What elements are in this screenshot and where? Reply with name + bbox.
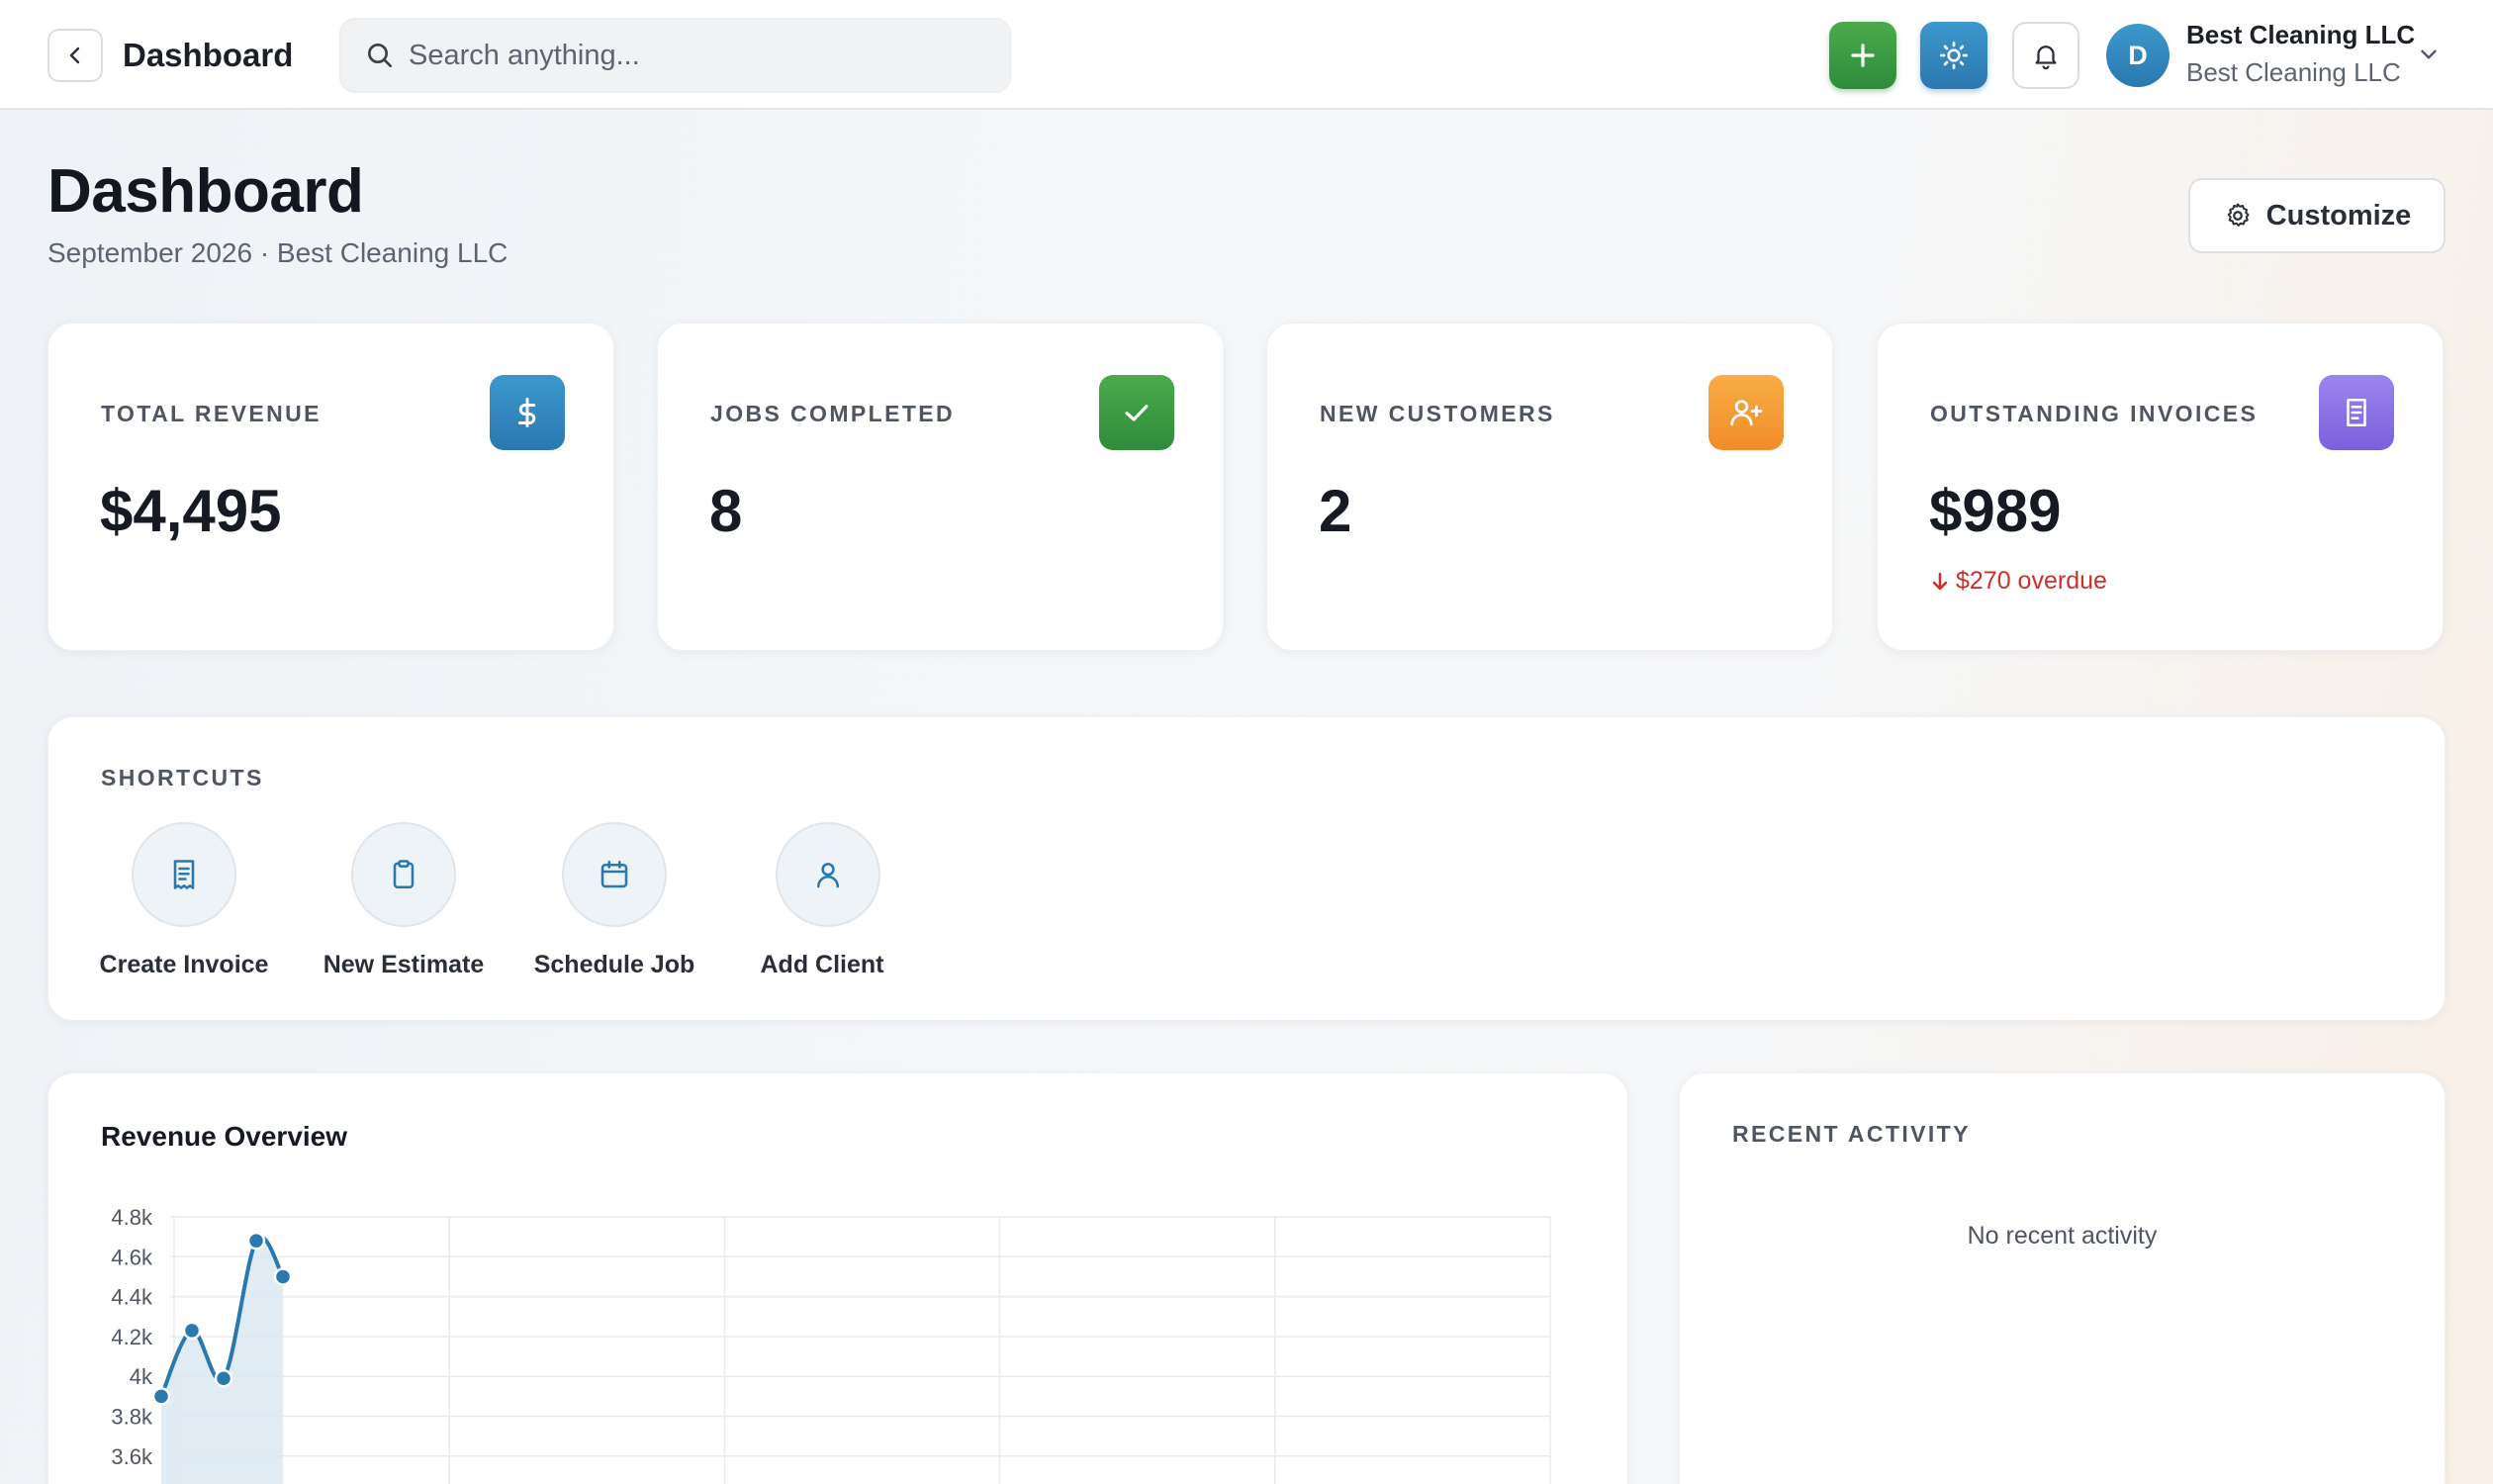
stat-label: JOBS COMPLETED: [710, 401, 956, 426]
shortcuts-card: SHORTCUTS Create Invoice New Estimate Sc…: [47, 716, 2446, 1021]
add-button[interactable]: [1829, 22, 1896, 89]
receipt-icon: [173, 860, 195, 889]
account-name[interactable]: Best Cleaning LLC: [2186, 20, 2415, 50]
shortcut-new-estimate[interactable]: New Estimate: [310, 822, 498, 990]
revenue-overview-card: Revenue Overview 4.8k 4.6k 4.4k 4.2k 4k 3.8k 3…: [47, 1072, 1628, 1484]
revenue-data-point: [273, 1267, 293, 1286]
revenue-chart[interactable]: 4.8k 4.6k 4.4k 4.2k 4k 3.8k 3.6k: [48, 1073, 1629, 1484]
chevron-left-icon: [69, 46, 80, 64]
shortcut-add-client[interactable]: Add Client: [753, 822, 891, 990]
y-tick-label: 3.6k: [111, 1444, 153, 1469]
revenue-data-point: [214, 1368, 233, 1388]
y-tick-label: 4.2k: [111, 1325, 153, 1349]
y-tick-label: 4.6k: [111, 1245, 153, 1269]
stat-card-outstanding-invoices[interactable]: OUTSTANDING INVOICES $989 $270 overdue: [1877, 323, 2444, 651]
y-tick-label: 4.8k: [111, 1205, 153, 1230]
user-plus-icon: [1730, 400, 1763, 426]
shortcuts-title: SHORTCUTS: [101, 765, 264, 790]
overdue-note: $270 overdue: [1930, 567, 2107, 596]
stat-label: OUTSTANDING INVOICES: [1930, 401, 2259, 426]
revenue-area-fill: [161, 1237, 283, 1484]
y-tick-label: 4k: [130, 1364, 153, 1389]
y-tick-label: 3.8k: [111, 1405, 153, 1430]
shortcut-create-invoice[interactable]: Create Invoice: [91, 822, 277, 990]
calendar-icon: [600, 860, 628, 888]
page-subtitle: September 2026 · Best Cleaning LLC: [47, 237, 508, 268]
stat-card-new-customers[interactable]: NEW CUSTOMERS 2: [1266, 323, 1833, 651]
top-bar: Dashboard D Best Cleaning LLC Best Clean…: [0, 0, 2493, 110]
stat-icon-box: [490, 375, 565, 450]
back-button[interactable]: [47, 29, 103, 82]
shortcut-label: Create Invoice: [99, 951, 269, 978]
activity-empty-message: No recent activity: [1967, 1222, 2158, 1250]
stat-label: NEW CUSTOMERS: [1320, 401, 1555, 426]
sun-icon: [1940, 42, 1968, 69]
stat-card-jobs-completed[interactable]: JOBS COMPLETED 8: [657, 323, 1224, 651]
y-tick-label: 4.4k: [111, 1285, 153, 1310]
recent-activity-card: RECENT ACTIVITY No recent activity: [1679, 1072, 2446, 1484]
stat-value: $989: [1929, 478, 2062, 544]
revenue-data-point: [246, 1231, 266, 1251]
gear-icon: [2227, 203, 2250, 227]
shortcut-icon-circle[interactable]: [562, 822, 667, 927]
search-box[interactable]: [339, 18, 1011, 93]
activity-title: RECENT ACTIVITY: [1732, 1121, 1971, 1147]
account-business: Best Cleaning LLC: [2186, 57, 2401, 87]
stat-value: 8: [709, 478, 743, 544]
shortcut-icon-circle[interactable]: [776, 822, 880, 927]
clipboard-icon: [393, 860, 415, 889]
stat-icon-box: [1099, 375, 1174, 450]
customize-button[interactable]: Customize: [2188, 178, 2446, 253]
shortcut-icon-circle[interactable]: [132, 822, 236, 927]
shortcut-label: Add Client: [760, 951, 884, 978]
stat-icon-box: [2319, 375, 2394, 450]
plus-icon: [1851, 44, 1875, 67]
notifications-button[interactable]: [2012, 22, 2079, 89]
page-title: Dashboard: [47, 157, 364, 226]
check-icon: [1125, 405, 1149, 421]
invoice-icon: [2347, 398, 2366, 427]
theme-toggle-button[interactable]: [1920, 22, 1987, 89]
shortcut-label: New Estimate: [323, 951, 485, 978]
customize-label: Customize: [2265, 199, 2412, 232]
avatar[interactable]: D: [2106, 24, 2170, 87]
dollar-icon: [518, 398, 536, 427]
revenue-data-point: [151, 1387, 171, 1406]
shortcut-icon-circle[interactable]: [351, 822, 456, 927]
shortcut-label: Schedule Job: [533, 951, 695, 978]
revenue-data-point: [182, 1321, 202, 1341]
search-input[interactable]: [409, 20, 992, 91]
stat-value: $4,495: [100, 478, 282, 544]
stat-value: 2: [1319, 478, 1352, 544]
bell-icon: [2035, 46, 2057, 70]
overdue-text: $270 overdue: [1956, 567, 2107, 595]
stat-label: TOTAL REVENUE: [101, 401, 322, 426]
user-icon: [816, 863, 840, 888]
arrow-down-icon: [1932, 572, 1948, 590]
search-icon: [368, 44, 392, 67]
chevron-down-icon[interactable]: [2416, 42, 2442, 67]
stat-card-total-revenue[interactable]: TOTAL REVENUE $4,495: [47, 323, 614, 651]
shortcut-schedule-job[interactable]: Schedule Job: [525, 822, 703, 990]
topbar-title: Dashboard: [123, 37, 294, 73]
stat-icon-box: [1708, 375, 1784, 450]
